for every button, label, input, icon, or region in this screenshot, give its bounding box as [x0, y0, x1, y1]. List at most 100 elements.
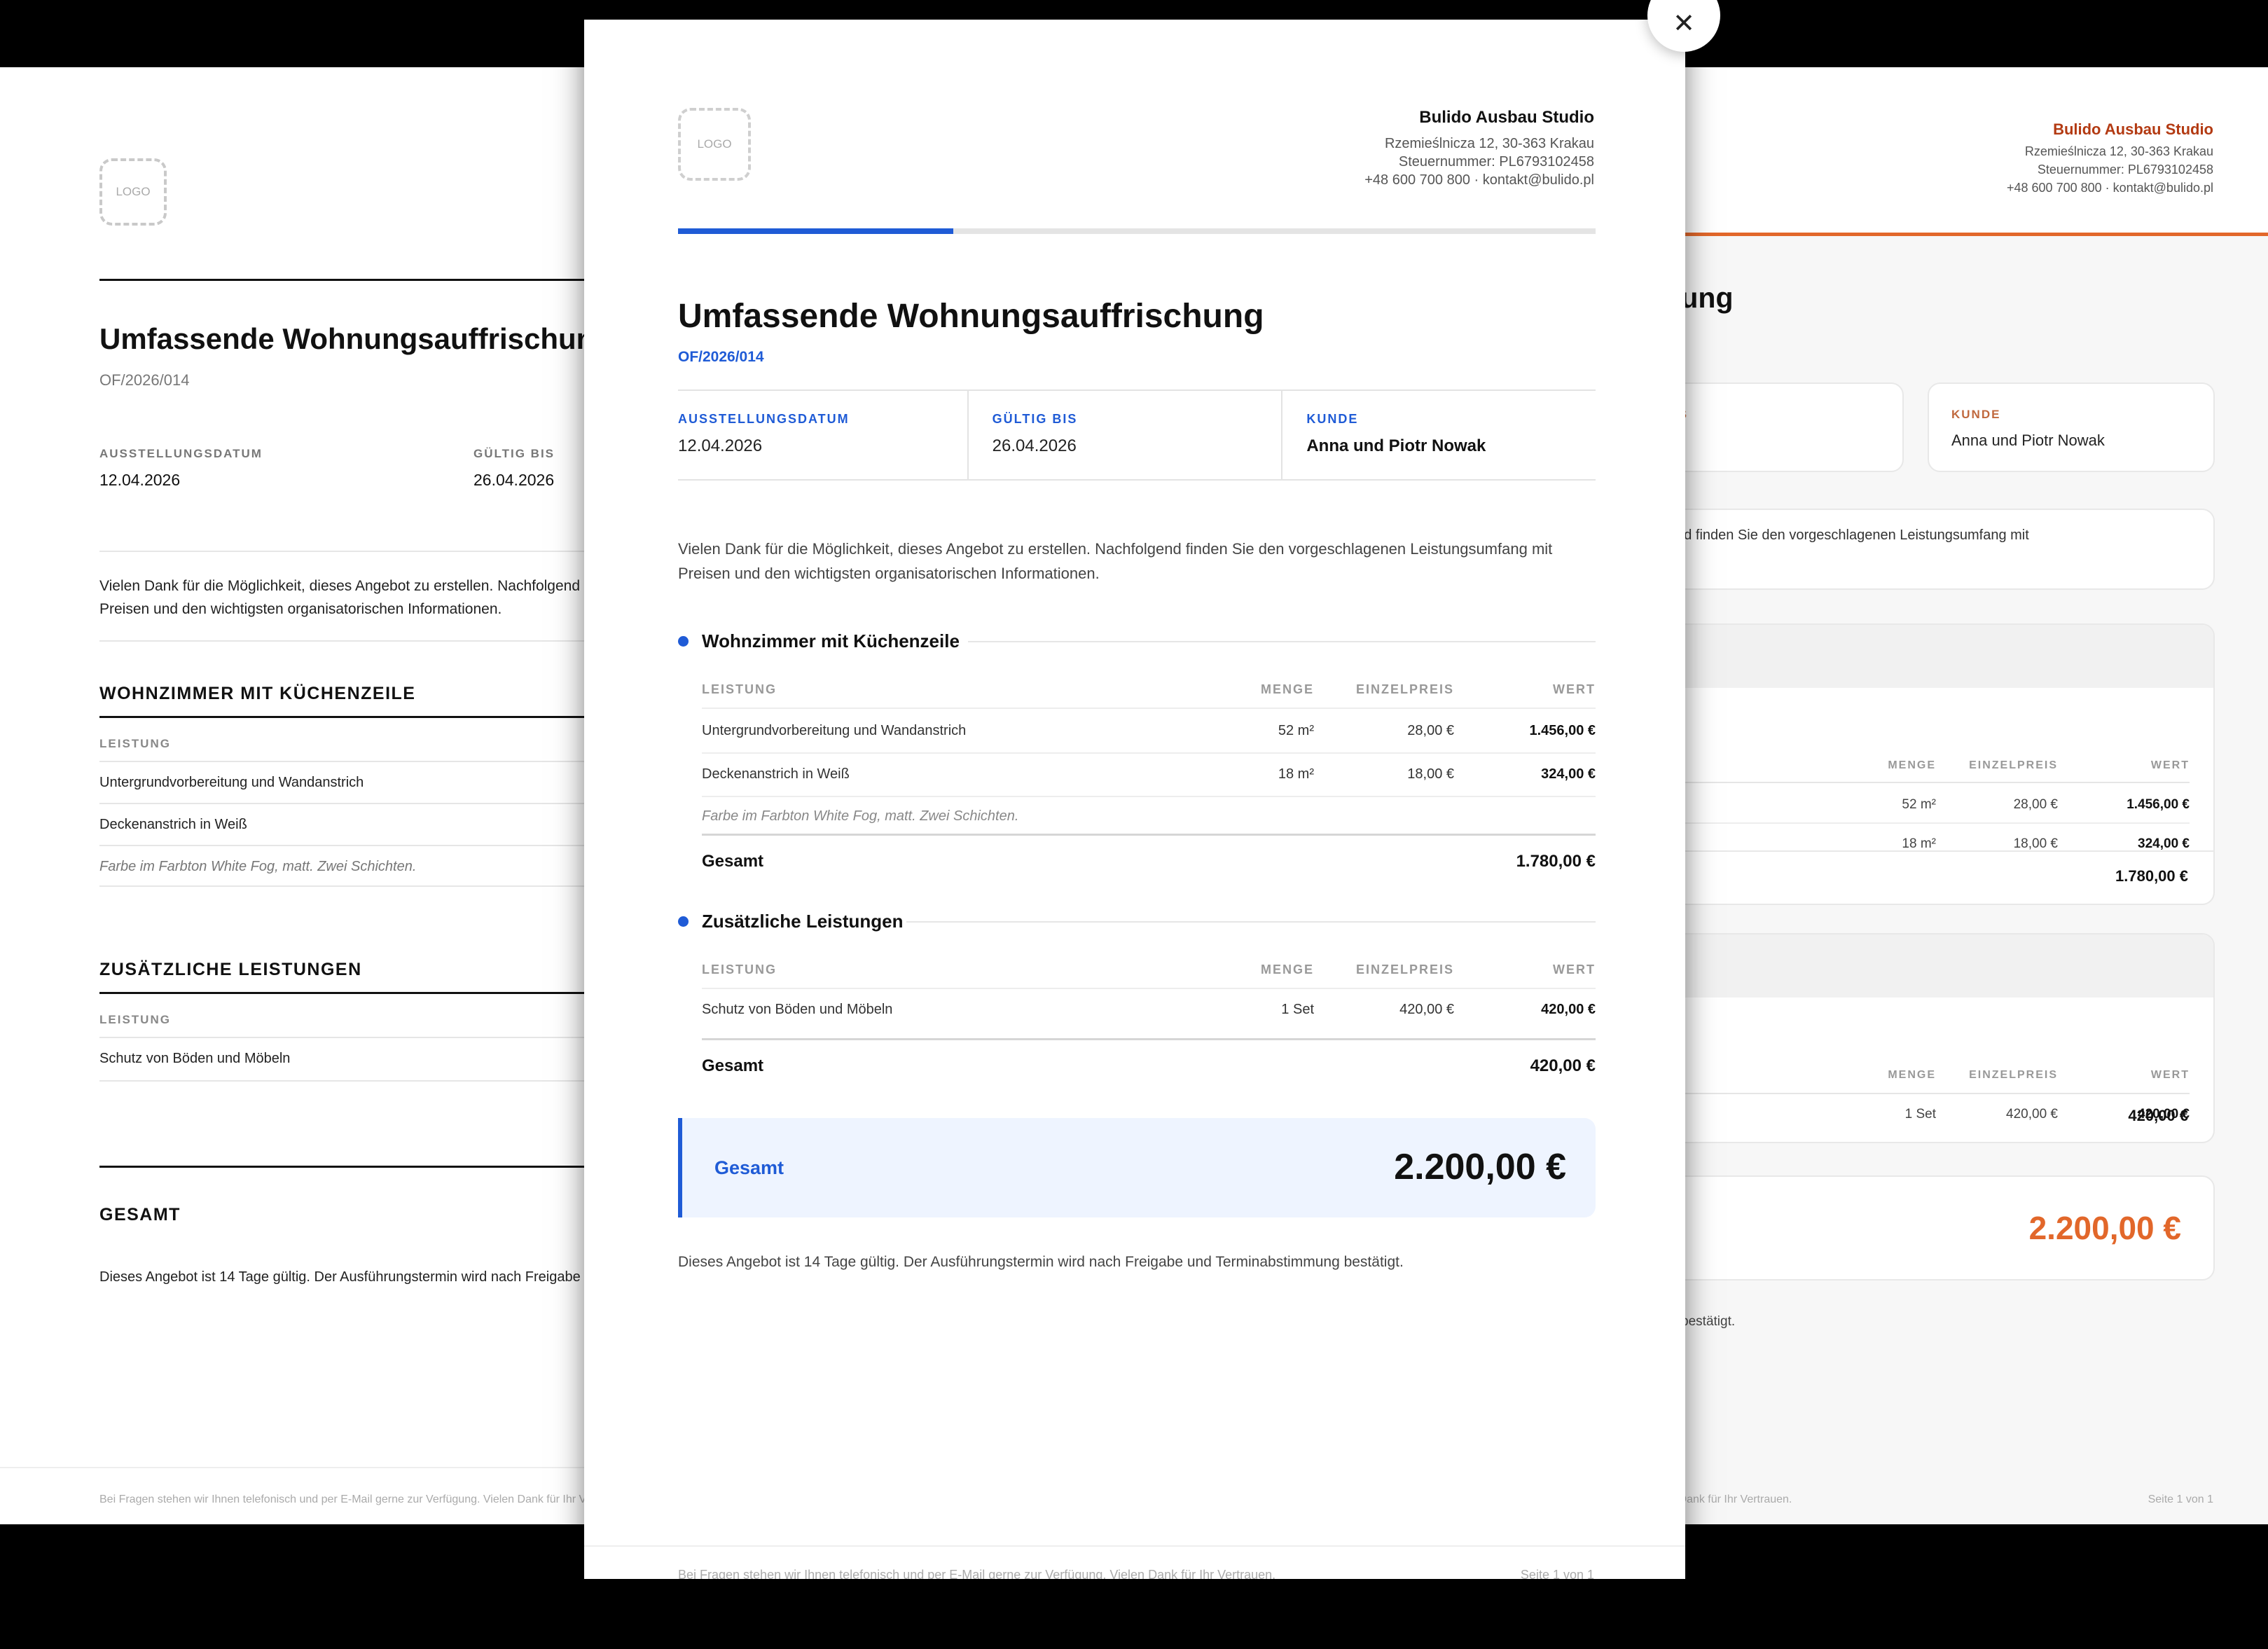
- valid-until-date: 26.04.2026: [992, 436, 1077, 455]
- issue-date-label: AUSSTELLUNGSDATUM: [678, 412, 850, 426]
- client-name: Anna und Piotr Nowak: [1951, 432, 2105, 449]
- footer-text: Bei Fragen stehen wir Ihnen telefonisch …: [1681, 1493, 1792, 1505]
- intro-line: Preisen und den wichtigsten organisatori…: [678, 565, 1100, 582]
- section-card: MENGE EINZELPREIS WERT 52 m² 28,00 € 1.4…: [1681, 623, 2215, 905]
- issue-date-label: AUSSTELLUNGSDATUM: [99, 447, 263, 460]
- divider: [99, 716, 588, 718]
- progress-bar: [678, 228, 1596, 234]
- grand-total-value: 2.200,00 €: [1394, 1147, 1566, 1187]
- intro-line: Vielen Dank für die Möglichkeit, dieses …: [1681, 527, 2029, 543]
- intro-text: Vielen Dank für die Möglichkeit, dieses …: [678, 537, 1552, 586]
- offer-number: OF/2026/014: [678, 349, 764, 365]
- intro-text: Vielen Dank für die Möglichkeit, dieses …: [1681, 524, 2029, 570]
- intro-line: Preisen und den wichtigsten organisatori…: [1681, 547, 2029, 570]
- divider: [702, 796, 1596, 797]
- section-total: 1.780,00 €: [2115, 867, 2188, 885]
- grand-total-value: 2.200,00 €: [2028, 1210, 2181, 1246]
- grand-total-label: GESAMT: [99, 1205, 181, 1224]
- grand-total-label: Gesamt: [714, 1157, 784, 1178]
- divider: [99, 992, 588, 994]
- close-icon: ✕: [1673, 9, 1695, 39]
- divider: [702, 988, 1596, 989]
- divider: [99, 761, 588, 762]
- template-preview-left[interactable]: LOGO Umfassende Wohnungsauffrischung OF/…: [0, 67, 588, 1524]
- table-cell-qty: 52 m²: [1278, 723, 1314, 738]
- offer-number: OF/2026/014: [99, 371, 190, 389]
- divider: [702, 708, 1596, 709]
- footer-text: Bei Fragen stehen wir Ihnen telefonisch …: [99, 1493, 588, 1505]
- table-cell-unit-price: 28,00 €: [1407, 723, 1454, 738]
- column-header-service: LEISTUNG: [702, 682, 777, 696]
- column-header-unit-price: EINZELPREIS: [1969, 1069, 2058, 1081]
- column-header-qty: MENGE: [1888, 1069, 1936, 1081]
- intro-card: Vielen Dank für die Möglichkeit, dieses …: [1681, 509, 2215, 590]
- section-total-label: Gesamt: [702, 1056, 764, 1075]
- footer-divider: [0, 1467, 588, 1468]
- column-header-qty: MENGE: [1260, 682, 1314, 696]
- table-cell-qty: 1 Set: [1281, 1002, 1314, 1017]
- meta-client: KUNDE Anna und Piotr Nowak: [1281, 391, 1596, 479]
- client-name: Anna und Piotr Nowak: [1306, 436, 1486, 455]
- table-cell-service: Untergrundvorbereitung und Wandanstrich: [99, 775, 364, 790]
- column-header-value: WERT: [1553, 682, 1596, 696]
- table-cell-service: Schutz von Böden und Möbeln: [702, 1002, 893, 1017]
- company-contact: +48 600 700 800 · kontakt@bulido.pl: [2007, 181, 2213, 195]
- section-total: 1.780,00 €: [1516, 852, 1596, 871]
- section-title: Zusätzliche Leistungen: [702, 911, 904, 932]
- column-header-qty: MENGE: [1888, 759, 1936, 771]
- table-cell-qty: 1 Set: [1904, 1107, 1936, 1122]
- table-cell-qty: 18 m²: [1278, 766, 1314, 782]
- divider: [1681, 1093, 2190, 1094]
- logo-placeholder: LOGO: [99, 158, 167, 226]
- section-title: Wohnzimmer mit Küchenzeile: [702, 630, 960, 651]
- table-cell-service: Deckenanstrich in Weiß: [702, 766, 850, 782]
- section-bullet-icon: [678, 636, 689, 647]
- template-preview-right[interactable]: Bulido Ausbau Studio Rzemieślnicza 12, 3…: [1681, 67, 2268, 1524]
- footer-divider: [584, 1545, 1685, 1547]
- logo-placeholder: LOGO: [678, 108, 751, 181]
- table-cell-qty: 18 m²: [1902, 836, 1936, 851]
- issue-date: 12.04.2026: [99, 471, 181, 489]
- section-note: Farbe im Farbton White Fog, matt. Zwei S…: [99, 859, 417, 874]
- table-cell-unit-price: 18,00 €: [1407, 766, 1454, 782]
- column-header-unit-price: EINZELPREIS: [1355, 682, 1454, 696]
- section-total: 420,00 €: [2128, 1107, 2188, 1124]
- table-cell-unit-price: 420,00 €: [2006, 1107, 2058, 1122]
- company-tax-id: Steuernummer: PL6793102458: [2037, 163, 2213, 177]
- divider: [99, 885, 588, 887]
- section-bullet-icon: [678, 916, 689, 927]
- page-indicator: Seite 1 von 1: [2148, 1493, 2213, 1505]
- table-cell-value: 324,00 €: [2138, 836, 2190, 851]
- divider: [99, 1080, 588, 1082]
- company-address: Rzemieślnicza 12, 30-363 Krakau: [1384, 136, 1594, 151]
- column-header-value: WERT: [2150, 759, 2190, 771]
- validity-text: Dieses Angebot ist 14 Tage gültig. Der A…: [99, 1269, 588, 1285]
- page-indicator: Seite 1 von 1: [1520, 1568, 1594, 1579]
- table-cell-value: 1.456,00 €: [2127, 797, 2190, 812]
- column-header-service: LEISTUNG: [99, 1013, 171, 1026]
- valid-until-label: GÜLTIG BIS: [473, 447, 555, 460]
- meta-card-client: KUNDE Anna und Piotr Nowak: [1928, 382, 2215, 472]
- intro-line: Vielen Dank für die Möglichkeit, dieses …: [678, 540, 1553, 558]
- divider: [99, 1166, 588, 1168]
- divider: [99, 279, 588, 281]
- issue-date: 12.04.2026: [678, 436, 763, 455]
- section-total: 420,00 €: [1530, 1056, 1596, 1075]
- column-header-qty: MENGE: [1260, 963, 1314, 977]
- divider: [702, 1038, 1596, 1040]
- column-header-value: WERT: [1553, 963, 1596, 977]
- divider: [1681, 850, 2215, 852]
- divider: [99, 551, 588, 552]
- intro-line: Preisen und den wichtigsten organisatori…: [99, 601, 502, 617]
- company-tax-id: Steuernummer: PL6793102458: [1398, 154, 1594, 170]
- company-name: Bulido Ausbau Studio: [2053, 120, 2213, 138]
- table-cell-unit-price: 420,00 €: [1399, 1002, 1454, 1017]
- table-cell-qty: 52 m²: [1902, 797, 1936, 812]
- footer-text: Bei Fragen stehen wir Ihnen telefonisch …: [678, 1568, 1276, 1579]
- offer-title: Umfassende Wohnungsauffrischung: [99, 322, 588, 355]
- table-cell-unit-price: 28,00 €: [2013, 797, 2058, 812]
- meta-card-valid-until: GÜLTIG BIS 26.04.2026: [1681, 382, 1904, 472]
- client-label: KUNDE: [1306, 412, 1359, 426]
- company-name: Bulido Ausbau Studio: [1419, 108, 1594, 127]
- section-total-label: Gesamt: [702, 852, 764, 871]
